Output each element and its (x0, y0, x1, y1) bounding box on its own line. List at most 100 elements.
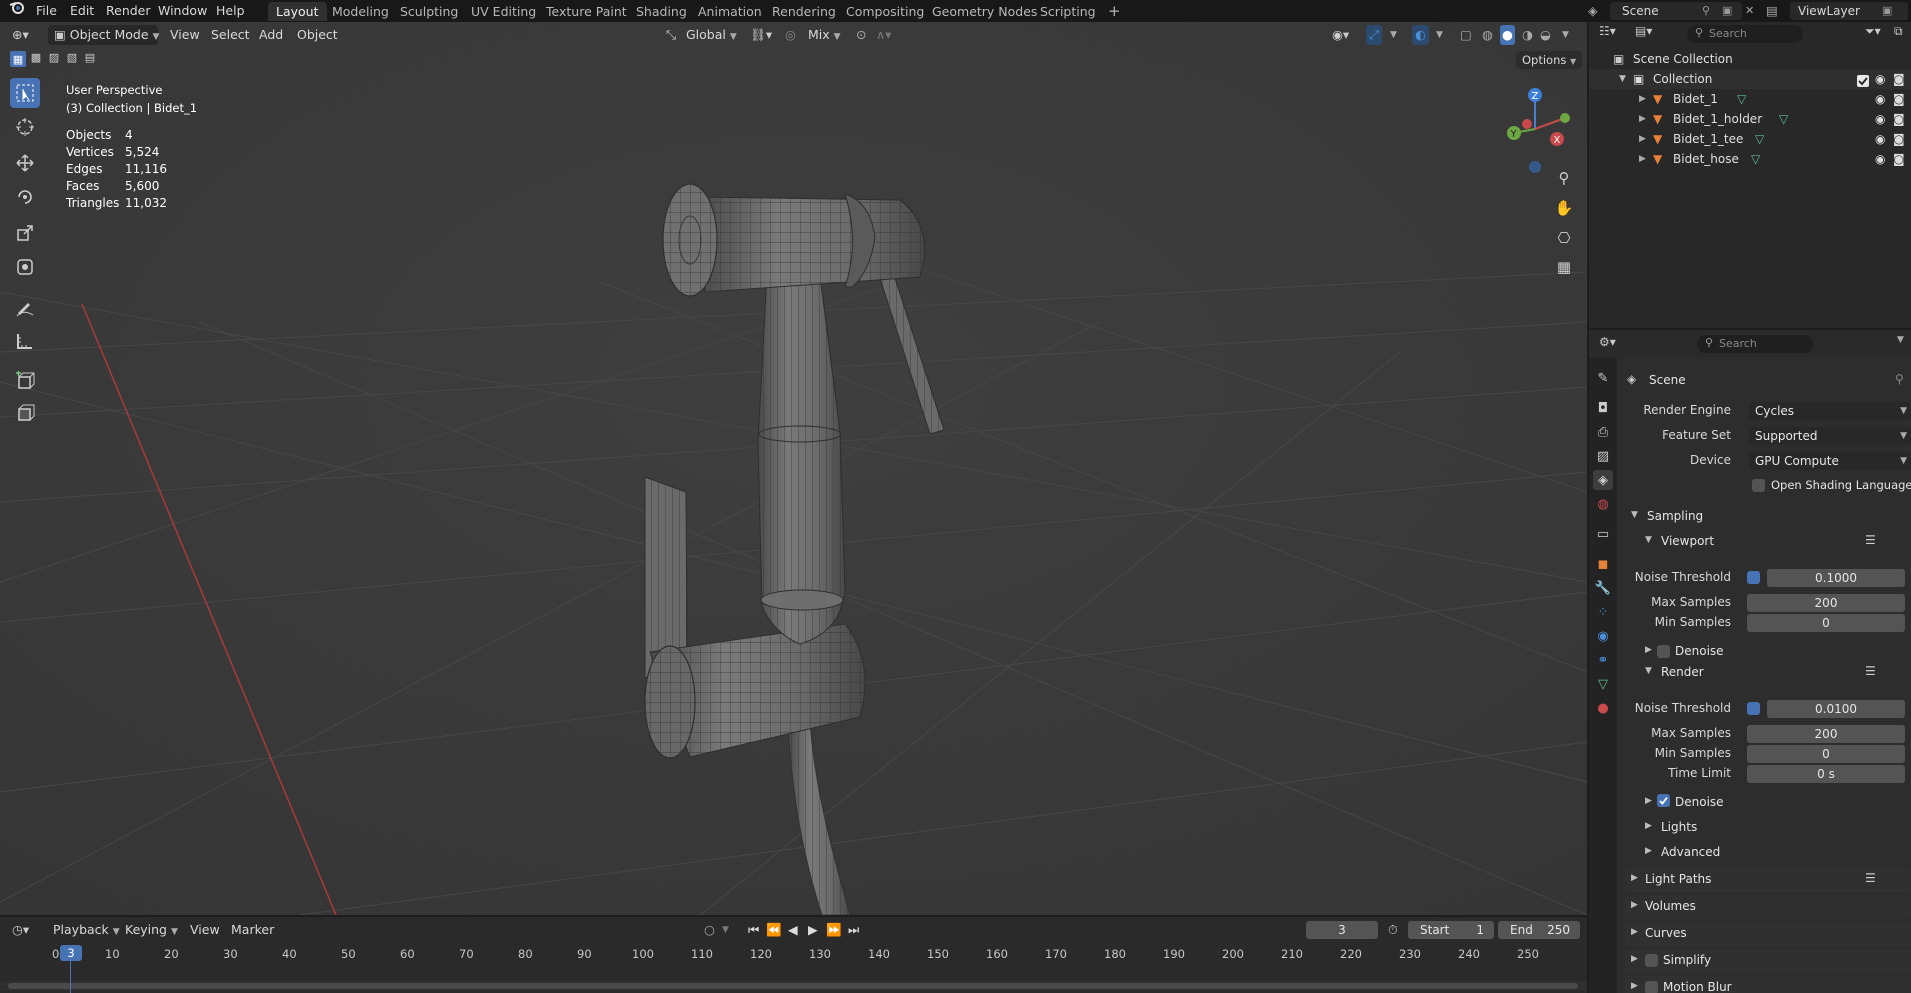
r-time-limit-field[interactable]: 0 s (1747, 765, 1905, 783)
chevron-right-icon[interactable]: ▶ (1639, 129, 1646, 149)
navigation-gizmo[interactable]: Z Y X (1492, 84, 1576, 174)
jump-end-icon[interactable]: ⏭ (848, 920, 859, 940)
light-paths-panel[interactable]: ▶ Light Paths ☰ (1625, 868, 1911, 892)
visibility-icon[interactable]: ◉▾ (1332, 25, 1349, 45)
denoise-checkbox[interactable] (1657, 644, 1670, 658)
move-tool-icon[interactable] (10, 148, 40, 178)
output-tab-icon[interactable]: ⎙ (1593, 422, 1613, 442)
tab-compositing[interactable]: Compositing (838, 2, 932, 21)
mesh-data-icon[interactable]: ▽ (1737, 89, 1746, 109)
scene-icon[interactable]: ◈ (1588, 0, 1598, 22)
scrollbar-thumb[interactable] (8, 983, 1578, 989)
prev-keyframe-icon[interactable]: ⏪ (766, 920, 782, 940)
stopwatch-icon[interactable]: ⏱ (1388, 920, 1398, 940)
r-denoise-subpanel[interactable]: ▶ Denoise (1625, 792, 1911, 814)
tab-uv-editing[interactable]: UV Editing (463, 2, 544, 21)
outliner-item[interactable]: ▶ ▼ Bidet_1_tee ▽ ◉ ◙ (1589, 129, 1911, 149)
select-extend-icon[interactable]: ▩ (28, 51, 44, 67)
mesh-data-icon[interactable]: ▽ (1751, 149, 1760, 169)
chevron-down-icon[interactable]: ▼ (722, 920, 729, 940)
exclude-checkbox[interactable] (1857, 73, 1870, 87)
chevron-right-icon[interactable]: ▶ (1639, 89, 1646, 109)
tab-layout[interactable]: Layout (268, 2, 327, 21)
camera-icon[interactable]: ◙ (1893, 69, 1905, 89)
falloff-icon[interactable]: ∧▾ (876, 25, 891, 45)
gizmo-toggle-icon[interactable]: ⤢ (1366, 25, 1383, 45)
mesh-data-icon[interactable]: ▽ (1779, 109, 1788, 129)
object-tab-icon[interactable]: ◼ (1593, 554, 1613, 574)
add-primitive-tool-icon[interactable] (10, 398, 40, 428)
pin-icon[interactable]: ⚲ (1895, 372, 1904, 386)
r-min-samples-field[interactable]: 0 (1747, 745, 1905, 763)
jump-start-icon[interactable]: ⏮ (748, 920, 759, 940)
timeline-scrollbar[interactable] (0, 981, 1587, 991)
playhead[interactable]: 3 (60, 945, 82, 961)
current-frame-field[interactable]: 3 (1306, 921, 1378, 939)
tab-texture-paint[interactable]: Texture Paint (538, 2, 635, 21)
collection-row[interactable]: ▼ ▣ Collection ◉ ◙ (1589, 69, 1911, 89)
clock-icon[interactable]: ◷▾ (12, 920, 29, 940)
display-mode-icon[interactable]: ▤▾ (1635, 24, 1652, 38)
close-icon[interactable]: ✕ (1745, 0, 1754, 22)
vp-denoise-subpanel[interactable]: ▶ Denoise (1625, 641, 1911, 663)
chevron-right-icon[interactable]: ▶ (1639, 149, 1646, 169)
zoom-icon[interactable]: ⚲ (1552, 166, 1576, 190)
viewport-canvas[interactable] (0, 22, 1587, 915)
collection-tab-icon[interactable]: ▭ (1593, 524, 1613, 544)
tool-tab-icon[interactable]: ✎ (1593, 368, 1613, 388)
tab-scripting[interactable]: Scripting (1032, 2, 1104, 21)
menu-select[interactable]: Select (211, 25, 250, 45)
keying-menu[interactable]: Keying ▼ (125, 920, 178, 940)
curves-panel[interactable]: ▶ Curves (1625, 922, 1911, 946)
select-subtract-icon[interactable]: ▨ (46, 51, 62, 67)
menu-window[interactable]: Window (158, 0, 207, 22)
particles-tab-icon[interactable]: ⁘ (1593, 602, 1613, 622)
device-dropdown[interactable]: GPU Compute ▼ (1749, 452, 1911, 470)
tab-geometry-nodes[interactable]: Geometry Nodes (924, 2, 1045, 21)
playback-menu[interactable]: Playback ▼ (53, 920, 120, 940)
annotate-tool-icon[interactable] (10, 292, 40, 322)
modifier-tab-icon[interactable]: 🔧 (1593, 578, 1613, 598)
noise-threshold-checkbox[interactable] (1747, 570, 1760, 584)
presets-list-icon[interactable]: ☰ (1865, 871, 1876, 885)
osl-checkbox[interactable] (1752, 478, 1765, 492)
orientation-dropdown[interactable]: Global ▼ (686, 25, 737, 45)
outliner-item[interactable]: ▶ ▼ Bidet_1 ▽ ◉ ◙ (1589, 89, 1911, 109)
new-scene-icon[interactable]: ▣ (1722, 2, 1732, 20)
pivot-dropdown[interactable]: Mix ▼ (808, 25, 841, 45)
x-axis-handle[interactable] (1522, 119, 1532, 129)
simplify-panel[interactable]: ▶ Simplify (1625, 949, 1911, 973)
menu-render[interactable]: Render (106, 0, 151, 22)
material-tab-icon[interactable]: ● (1593, 698, 1613, 718)
editor-type-icon[interactable]: ⊕▾ (12, 25, 29, 45)
editor-type-icon[interactable]: ⚙▾ (1599, 335, 1616, 349)
proportional-edit-icon[interactable]: ⊙ (856, 25, 866, 45)
outliner-item[interactable]: ▶ ▼ Bidet_1_holder ▽ ◉ ◙ (1589, 109, 1911, 129)
menu-add[interactable]: Add (259, 25, 283, 45)
camera-icon[interactable]: ◙ (1893, 149, 1905, 169)
start-frame-field[interactable]: Start 1 (1408, 921, 1494, 939)
vp-max-samples-field[interactable]: 200 (1747, 594, 1905, 612)
cursor-tool-icon[interactable] (10, 112, 40, 142)
proportional-icon[interactable]: ◎ (785, 25, 796, 45)
menu-object[interactable]: Object (297, 25, 338, 45)
vp-min-samples-field[interactable]: 0 (1747, 614, 1905, 632)
scale-tool-icon[interactable] (10, 218, 40, 248)
marker-menu[interactable]: Marker (231, 920, 274, 940)
chevron-down-icon[interactable]: ▼ (1619, 69, 1626, 89)
r-noise-threshold-field[interactable]: 0.0100 (1767, 700, 1905, 718)
grid-view-icon[interactable]: ▦ (1552, 255, 1576, 279)
denoise-checkbox[interactable] (1657, 794, 1670, 810)
play-reverse-icon[interactable]: ◀ (788, 920, 798, 940)
render-tab-icon[interactable]: ◘ (1593, 398, 1613, 418)
mode-dropdown[interactable]: ▣ Object Mode ▼ (48, 25, 159, 45)
solid-shading-icon[interactable]: ● (1500, 25, 1515, 45)
chevron-down-icon[interactable]: ▼ (1562, 25, 1569, 45)
presets-list-icon[interactable]: ☰ (1865, 664, 1876, 678)
select-box-tool-icon[interactable] (10, 78, 40, 108)
transform-tool-icon[interactable] (10, 252, 40, 282)
rotate-tool-icon[interactable] (10, 182, 40, 212)
view-layer-selector[interactable]: ViewLayer ▣ (1790, 2, 1908, 20)
timeline-view-menu[interactable]: View (190, 920, 220, 940)
neg-z-axis-handle[interactable] (1529, 161, 1541, 173)
